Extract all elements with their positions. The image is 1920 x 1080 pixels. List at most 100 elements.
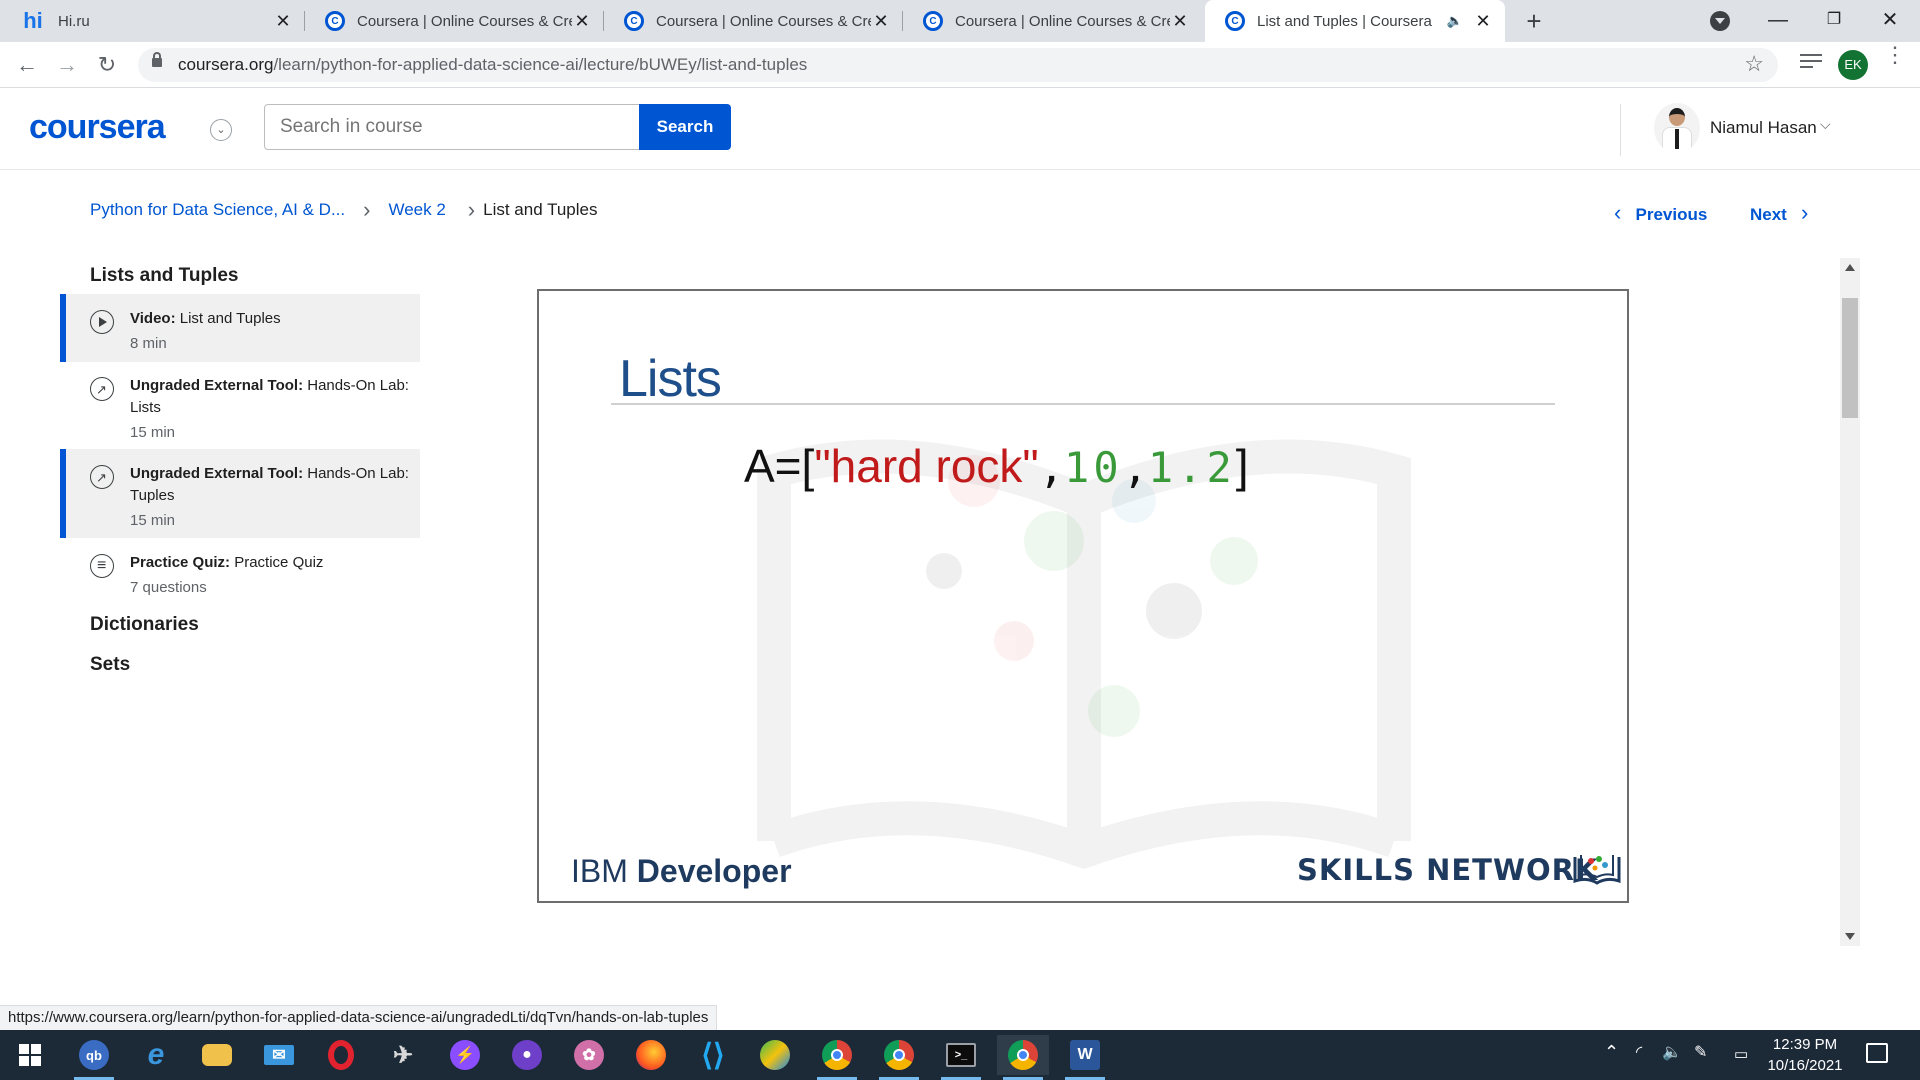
tab-title: Coursera | Online Courses & Cred [656,12,871,30]
url-text: coursera.org/learn/python-for-applied-da… [178,55,808,74]
taskbar-chrome-ek[interactable] [997,1035,1049,1080]
chrome-icon [1008,1040,1038,1070]
taskbar-word[interactable]: W [1059,1035,1111,1080]
skills-network-logo-icon [1573,855,1621,885]
browser-tab-hi[interactable]: hi Hi.ru ✕ [0,0,305,42]
search-button[interactable]: Search [639,104,731,150]
browser-tab-coursera-1[interactable]: C Coursera | Online Courses & Cred ✕ [305,0,604,42]
scroll-down-icon[interactable] [1845,933,1855,940]
sidebar-item-practice-quiz[interactable]: Practice Quiz: Practice Quiz 7 questions [60,538,420,606]
speaker-icon[interactable]: 🔈 [1447,13,1463,29]
coursera-favicon-icon: C [624,11,644,31]
keyboard-icon[interactable]: ▭ [1734,1045,1748,1063]
qbittorrent-icon: qb [79,1040,109,1070]
browser-menu-icon[interactable]: ⋮ [1884,44,1906,66]
page-scrollbar[interactable] [1840,258,1860,946]
globe-icon [760,1040,790,1070]
tab-close-icon[interactable]: ✕ [1170,11,1190,32]
satellite-icon: ✈ [392,1041,414,1069]
user-name[interactable]: Niamul Hasan [1710,118,1817,138]
scroll-up-icon[interactable] [1845,264,1855,271]
breadcrumb-course[interactable]: Python for Data Science, AI & D... [90,200,345,220]
hi-favicon-icon: hi [23,8,43,33]
sidebar-section-sets[interactable]: Sets [90,654,130,676]
bookmark-star-icon[interactable]: ☆ [1744,51,1764,77]
windows-taskbar: qb e ✉ ✈ ⚡ ● ✿ ⟨⟩ >_ W ⌃ ◜ 🔈 ✎ ▭ 12:39 P… [0,1030,1920,1080]
reload-button[interactable]: ↻ [92,50,122,80]
media-controls-icon[interactable] [1800,54,1822,74]
close-window-button[interactable]: ✕ [1862,0,1918,42]
chevron-right-icon: › [363,197,371,222]
browser-tab-active[interactable]: C List and Tuples | Coursera 🔈 ✕ [1205,0,1505,42]
slide-title: Lists [619,350,722,408]
slide-divider [611,403,1555,405]
tab-close-icon[interactable]: ✕ [1473,11,1493,32]
tab-close-icon[interactable]: ✕ [871,11,891,32]
back-button[interactable]: ← [12,50,42,80]
taskbar-app-9[interactable]: ✿ [563,1035,615,1075]
taskbar-opera[interactable] [315,1035,367,1075]
vscode-icon: ⟨⟩ [701,1038,725,1072]
slide-code: A=["hard rock",10,1.2] [744,440,1249,492]
video-player[interactable]: Lists A=["hard rock",10,1.2] IBM Develop… [537,289,1629,903]
address-bar: ← → ↻ coursera.org/learn/python-for-appl… [0,42,1920,88]
tab-search-icon[interactable] [1710,11,1730,31]
restore-button[interactable]: ❐ [1806,0,1862,42]
firefox-icon [636,1040,666,1070]
item-duration: 8 min [130,335,167,352]
chevron-right-icon: › [467,197,476,222]
taskbar-vscode[interactable]: ⟨⟩ [687,1035,739,1075]
taskbar-edge[interactable]: e [130,1035,182,1075]
tab-close-icon[interactable]: ✕ [273,11,293,32]
browser-tab-coursera-2[interactable]: C Coursera | Online Courses & Cred ✕ [604,0,903,42]
taskbar-chrome-profile[interactable] [873,1035,925,1080]
opera-icon [328,1040,354,1070]
chevron-up-icon[interactable]: ⌃ [1604,1042,1619,1063]
taskbar-file-explorer[interactable] [191,1035,243,1075]
chevron-down-icon[interactable]: ⌄ [210,119,232,141]
network-icon[interactable]: ◜ [1636,1042,1642,1062]
taskbar-app-12[interactable] [749,1035,801,1075]
minimize-button[interactable]: — [1750,0,1806,42]
sidebar-item-lab-tuples[interactable]: Ungraded External Tool: Hands-On Lab: Tu… [60,449,420,538]
tab-close-icon[interactable]: ✕ [572,11,592,32]
avatar[interactable] [1654,103,1700,153]
search-input[interactable] [264,104,640,150]
sidebar-section-title[interactable]: Lists and Tuples [90,265,239,287]
browser-tab-coursera-3[interactable]: C Coursera | Online Courses & Cred ✕ [903,0,1202,42]
windows-logo-icon [19,1044,41,1066]
taskbar-chrome[interactable] [811,1035,863,1080]
system-clock[interactable]: 12:39 PM 10/16/2021 [1750,1034,1860,1076]
item-question-count: 7 questions [130,579,207,596]
taskbar-messenger[interactable]: ⚡ [439,1035,491,1075]
forward-button[interactable]: → [52,50,82,80]
breadcrumb-week[interactable]: Week 2 [388,200,445,220]
coursera-logo[interactable]: coursera [29,108,166,147]
terminal-icon: >_ [946,1043,976,1067]
skills-network-label: SKILLS NETWORK [1297,853,1599,887]
new-tab-button[interactable]: + [1518,6,1550,36]
start-button[interactable] [4,1035,56,1075]
taskbar-firefox[interactable] [625,1035,677,1075]
sidebar-item-lab-lists[interactable]: Ungraded External Tool: Hands-On Lab: Li… [60,361,420,449]
github-icon: ● [512,1040,542,1070]
taskbar-terminal[interactable]: >_ [935,1035,987,1080]
app-icon: ✿ [574,1040,604,1070]
volume-icon[interactable]: 🔈 [1662,1042,1682,1062]
sidebar-item-video[interactable]: Video: List and Tuples 8 min [60,294,420,362]
taskbar-qbittorrent[interactable]: qb [68,1035,120,1080]
notifications-icon[interactable] [1866,1043,1888,1063]
pen-icon[interactable]: ✎ [1694,1042,1707,1062]
tab-title: Coursera | Online Courses & Cred [357,12,572,30]
taskbar-mail[interactable]: ✉ [253,1035,305,1075]
word-icon: W [1070,1040,1100,1070]
url-field[interactable]: coursera.org/learn/python-for-applied-da… [138,48,1778,82]
next-button[interactable]: Next › [1750,200,1808,226]
previous-button[interactable]: ‹ Previous [1614,200,1707,226]
sidebar-section-dictionaries[interactable]: Dictionaries [90,614,199,636]
profile-avatar[interactable]: EK [1838,50,1868,80]
scrollbar-thumb[interactable] [1842,298,1858,418]
taskbar-github-desktop[interactable]: ● [501,1035,553,1075]
chevron-down-icon[interactable]: ⌵ [1820,116,1831,133]
taskbar-app-6[interactable]: ✈ [377,1035,429,1075]
